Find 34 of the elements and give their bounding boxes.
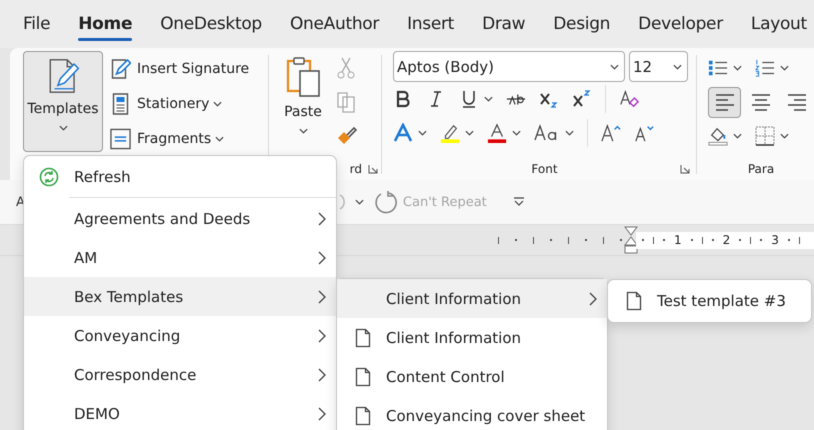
group-label: rd <box>350 162 362 176</box>
menu-item[interactable]: AM <box>24 238 336 277</box>
ribbon-tab[interactable]: Draw <box>468 7 540 41</box>
ruler-number: 2 <box>722 233 730 247</box>
ruler-number: 1 <box>674 233 682 247</box>
ribbon-tab[interactable]: File <box>9 7 64 41</box>
menu-item[interactable]: Bex Templates <box>24 277 336 316</box>
menu-item[interactable]: Client Information <box>337 279 607 318</box>
ribbon-tab[interactable]: Home <box>64 7 146 41</box>
ribbon-tab[interactable]: Design <box>539 7 624 41</box>
font-name-dropdown[interactable]: Aptos (Body) <box>393 51 625 82</box>
ribbon-tab[interactable]: Developer <box>624 7 737 41</box>
ribbon-command[interactable]: Insert Signature <box>110 51 250 86</box>
menu-item[interactable]: Refresh <box>24 157 336 197</box>
menu-item[interactable]: Agreements and Deeds <box>24 199 336 238</box>
menu-item[interactable]: DEMO <box>24 394 336 430</box>
menu-item[interactable]: Conveyancing <box>24 316 336 355</box>
menu-item[interactable]: Content Control <box>337 357 607 396</box>
ribbon-tab[interactable]: Insert <box>393 7 468 41</box>
group-label: Para <box>748 162 774 176</box>
ribbon-tab[interactable]: Layout <box>736 7 814 41</box>
menu-item[interactable]: Correspondence <box>24 355 336 394</box>
paste-button[interactable]: Paste <box>275 51 331 157</box>
menu-item[interactable]: Client Information <box>337 318 607 357</box>
templates-button[interactable]: Templates <box>23 51 103 152</box>
font-size-dropdown[interactable]: 12 <box>629 51 688 82</box>
ribbon-command[interactable]: Fragments <box>110 121 250 156</box>
menu-item[interactable]: Test template #3 <box>608 280 811 322</box>
group-label: Font <box>531 162 558 176</box>
ribbon-tab[interactable]: OneAuthor <box>276 7 394 41</box>
ribbon-tab[interactable]: OneDesktop <box>146 7 276 41</box>
ruler-number: 3 <box>771 233 779 247</box>
menu-item[interactable]: Conveyancing cover sheet <box>337 396 607 430</box>
ribbon-command[interactable]: Stationery <box>110 86 250 121</box>
